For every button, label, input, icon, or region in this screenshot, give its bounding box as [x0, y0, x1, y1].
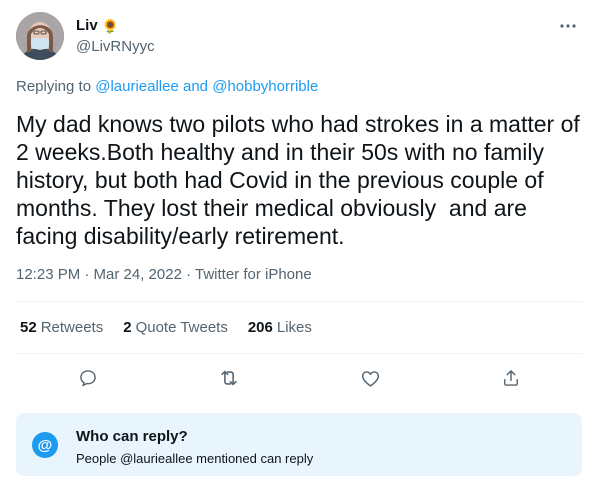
share-button[interactable]	[493, 360, 529, 396]
reply-button[interactable]	[70, 360, 106, 396]
who-can-reply-title: Who can reply?	[76, 428, 188, 445]
author-handle[interactable]: @LivRNyyc	[76, 37, 155, 57]
divider	[16, 301, 582, 302]
likes-count: 206	[247, 319, 273, 336]
who-can-reply-subtitle: People @laurieallee mentioned can reply	[76, 451, 314, 466]
more-dots-icon	[560, 24, 576, 28]
retweets-stat[interactable]: 52 Retweets	[20, 318, 103, 338]
quote-tweets-stat[interactable]: 2 Quote Tweets	[123, 318, 228, 338]
retweet-icon	[221, 370, 237, 386]
retweets-count: 52	[20, 319, 37, 336]
likes-stat[interactable]: 206 Likes	[248, 318, 312, 338]
tweet-timestamp[interactable]: 12:23 PM · Mar 24, 2022 · Twitter for iP…	[16, 265, 312, 285]
sunflower-emoji-icon: 🌻	[101, 18, 120, 34]
author-name-row[interactable]: Liv 🌻	[76, 16, 119, 36]
reply-conjunction: and	[183, 78, 209, 95]
quote-tweets-count: 2	[123, 319, 132, 336]
heart-icon	[361, 370, 379, 387]
tweet-stats: 52 Retweets 2 Quote Tweets 206 Likes	[20, 318, 312, 338]
quote-tweets-label: Quote Tweets	[135, 319, 228, 336]
tweet-actions	[16, 360, 582, 396]
replying-to: Replying to @laurieallee and @hobbyhorri…	[16, 77, 318, 97]
tweet-text: My dad knows two pilots who had strokes …	[16, 111, 587, 249]
at-sign-icon: @	[32, 432, 58, 458]
retweets-label: Retweets	[40, 319, 104, 336]
avatar[interactable]	[16, 12, 64, 60]
avatar-image	[16, 12, 64, 60]
reply-user-link-1[interactable]: @laurieallee	[95, 78, 179, 95]
divider	[16, 353, 582, 354]
who-can-reply-box: @ Who can reply? People @laurieallee men…	[16, 413, 582, 476]
likes-label: Likes	[276, 319, 312, 336]
like-button[interactable]	[352, 360, 388, 396]
reply-user-link-2[interactable]: @hobbyhorrible	[212, 78, 318, 95]
retweet-button[interactable]	[211, 360, 247, 396]
author-name[interactable]: Liv	[76, 16, 98, 36]
share-icon	[504, 370, 518, 386]
more-options-button[interactable]	[556, 14, 580, 38]
replying-to-label: Replying to	[16, 78, 92, 95]
reply-icon	[80, 370, 96, 387]
